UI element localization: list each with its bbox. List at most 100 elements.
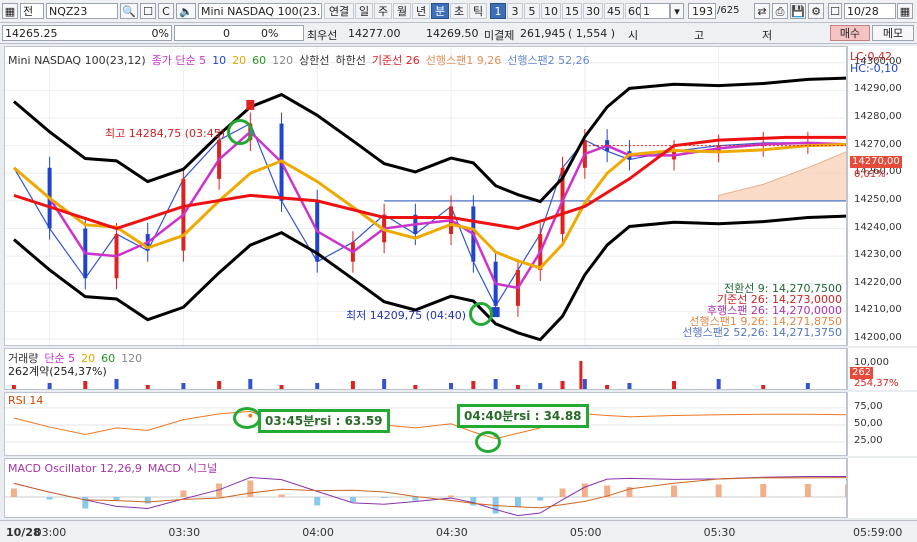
current-price-tag: 14270,00 [850, 156, 902, 168]
rsi-y-tick: 25,00 [854, 435, 883, 447]
high-annotation: 최고 14284,75 (03:45) [105, 127, 226, 140]
best-quote-label: 최우선 [307, 29, 338, 42]
price-legend-item: 20 [232, 54, 247, 67]
tab-2[interactable]: 주 [374, 3, 392, 19]
price-y-tick: 14240,00 [854, 221, 902, 233]
volume-bar [181, 383, 186, 389]
bar-count-input[interactable]: 193 [688, 3, 716, 19]
date-checkbox[interactable]: ☐ [828, 3, 842, 19]
period-select[interactable]: 1 [640, 3, 670, 19]
price-legend-item: 하한선 [335, 54, 366, 67]
interval-5[interactable]: 5 [524, 3, 540, 19]
interval-1[interactable]: 1 [490, 3, 506, 19]
rsi-legend: RSI 14 [8, 394, 44, 407]
market-select[interactable]: 전 [20, 3, 44, 19]
interval-15[interactable]: 15 [562, 3, 582, 19]
checkbox-icon[interactable]: ☐ [140, 3, 156, 19]
tab-3[interactable]: 월 [393, 3, 411, 19]
c-icon[interactable]: C [158, 3, 174, 19]
high-marker [246, 99, 255, 110]
macd-panel[interactable]: MACD Oscillator 12,26,9 MACD 시그널 [4, 458, 847, 518]
expand-icon[interactable]: ⇄ [754, 3, 770, 19]
volume-bar [217, 381, 222, 389]
price-y-tick: 14290,00 [854, 83, 902, 95]
x-tick: 05:30 [703, 526, 736, 539]
chevron-down-icon[interactable]: ▾ [670, 3, 684, 19]
memo-button[interactable]: 메모 [872, 25, 914, 41]
low-annotation: 최저 14209,75 (04:40) [346, 309, 467, 322]
macd-histogram-bar [113, 497, 120, 501]
macd-line [13, 475, 846, 517]
macd-histogram-bar [278, 494, 285, 497]
save-icon[interactable]: 💾 [790, 3, 806, 19]
volume-bar [560, 381, 565, 389]
price-legend-item: 선행스팬2 52,26 [507, 54, 590, 67]
interval-3[interactable]: 3 [507, 3, 523, 19]
volume-spike-bar [579, 361, 583, 389]
x-tick: 03:00 [34, 526, 67, 539]
macd-legend-item: 시그널 [186, 462, 218, 475]
speaker-icon[interactable]: 🔈 [176, 3, 196, 19]
rsi-chart [5, 407, 846, 443]
interval-45[interactable]: 45 [604, 3, 624, 19]
tab-7[interactable]: 틱 [469, 3, 487, 19]
volume-bar [382, 379, 387, 389]
macd-histogram-bar [381, 497, 388, 498]
interval-30[interactable]: 30 [583, 3, 603, 19]
print-icon[interactable]: ⎙ [772, 3, 788, 19]
ichimoku-stats: 전환선 9: 14,270,7500 기준선 26: 14,273,0000 후행스… [682, 283, 842, 338]
price-y-tick: 14200,00 [854, 332, 902, 343]
volume-bar [449, 383, 454, 389]
gear-icon[interactable]: ⚙ [808, 3, 824, 19]
ma5-line [13, 130, 846, 290]
symbol-input[interactable]: NQZ23 [46, 3, 118, 19]
macd-histogram-bar [470, 497, 477, 506]
volume-bar [605, 385, 610, 389]
volume-pct: 254,37% [854, 378, 899, 389]
volume-bar [315, 383, 320, 389]
macd-histogram-bar [671, 485, 678, 497]
rsi-panel[interactable]: RSI 14 03:45분rsi : 63.59 04:40분rsi : 34.… [4, 392, 847, 456]
search-icon[interactable]: 🔍 [120, 3, 138, 19]
date-input[interactable]: 10/28 [844, 3, 896, 19]
volume-bar [279, 385, 284, 389]
change-box: 0 0% [174, 25, 304, 41]
price-y-tick: 14300,00 [854, 55, 902, 67]
macd-histogram-bar [537, 497, 544, 501]
volume-bar [114, 379, 119, 389]
volume-bar [582, 379, 587, 389]
change-amount: 0 [223, 27, 230, 40]
price-y-tick: 14220,00 [854, 276, 902, 288]
tab-4[interactable]: 년 [412, 3, 430, 19]
volume-panel[interactable]: 거래량 단순 5 20 60 120 262계약(254,37%) [4, 348, 847, 390]
tab-5[interactable]: 분 [431, 3, 449, 19]
x-tick: 04:00 [302, 526, 334, 539]
volume-bar [471, 381, 476, 389]
open-interest-change: ( 1,554 ) [568, 27, 616, 40]
tab-0[interactable]: 연결 [324, 3, 354, 19]
macd-legend: MACD Oscillator 12,26,9 MACD 시그널 [8, 460, 223, 476]
buy-button[interactable]: 매수 [830, 25, 870, 41]
price-y-tick: 14270,00 [854, 138, 902, 150]
macd-histogram-bar [314, 497, 321, 506]
price-value: 14265.25 [5, 27, 58, 40]
price-axis: LC:0,42 HC:-0,10 14300,00 14290,00 14280,0… [847, 46, 917, 346]
price-y-tick: 14250,00 [854, 193, 902, 205]
price-legend-item: 기준선 26 [371, 54, 420, 67]
current-price: 14265.25 0% [2, 25, 172, 41]
calendar-icon[interactable]: ▦ [897, 3, 913, 19]
macd-legend-item: MACD [147, 462, 181, 475]
low-label: 저 [762, 29, 773, 42]
volume-bar [716, 379, 721, 389]
macd-histogram-bar [46, 497, 53, 500]
chart-type-icon[interactable]: ▦ [2, 3, 18, 19]
tab-6[interactable]: 초 [450, 3, 468, 19]
tab-1[interactable]: 일 [355, 3, 373, 19]
price-legend-item: 120 [272, 54, 294, 67]
price-panel[interactable]: Mini NASDAQ 100(23,12) 종가 단순 5 10 20 60 120 상한… [4, 46, 847, 346]
change-pct2: 0% [261, 27, 279, 40]
current-pct: 0,01% [854, 169, 886, 180]
macd-histogram-bar [715, 484, 722, 497]
interval-10[interactable]: 10 [541, 3, 561, 19]
macd-histogram-bar [349, 497, 356, 502]
